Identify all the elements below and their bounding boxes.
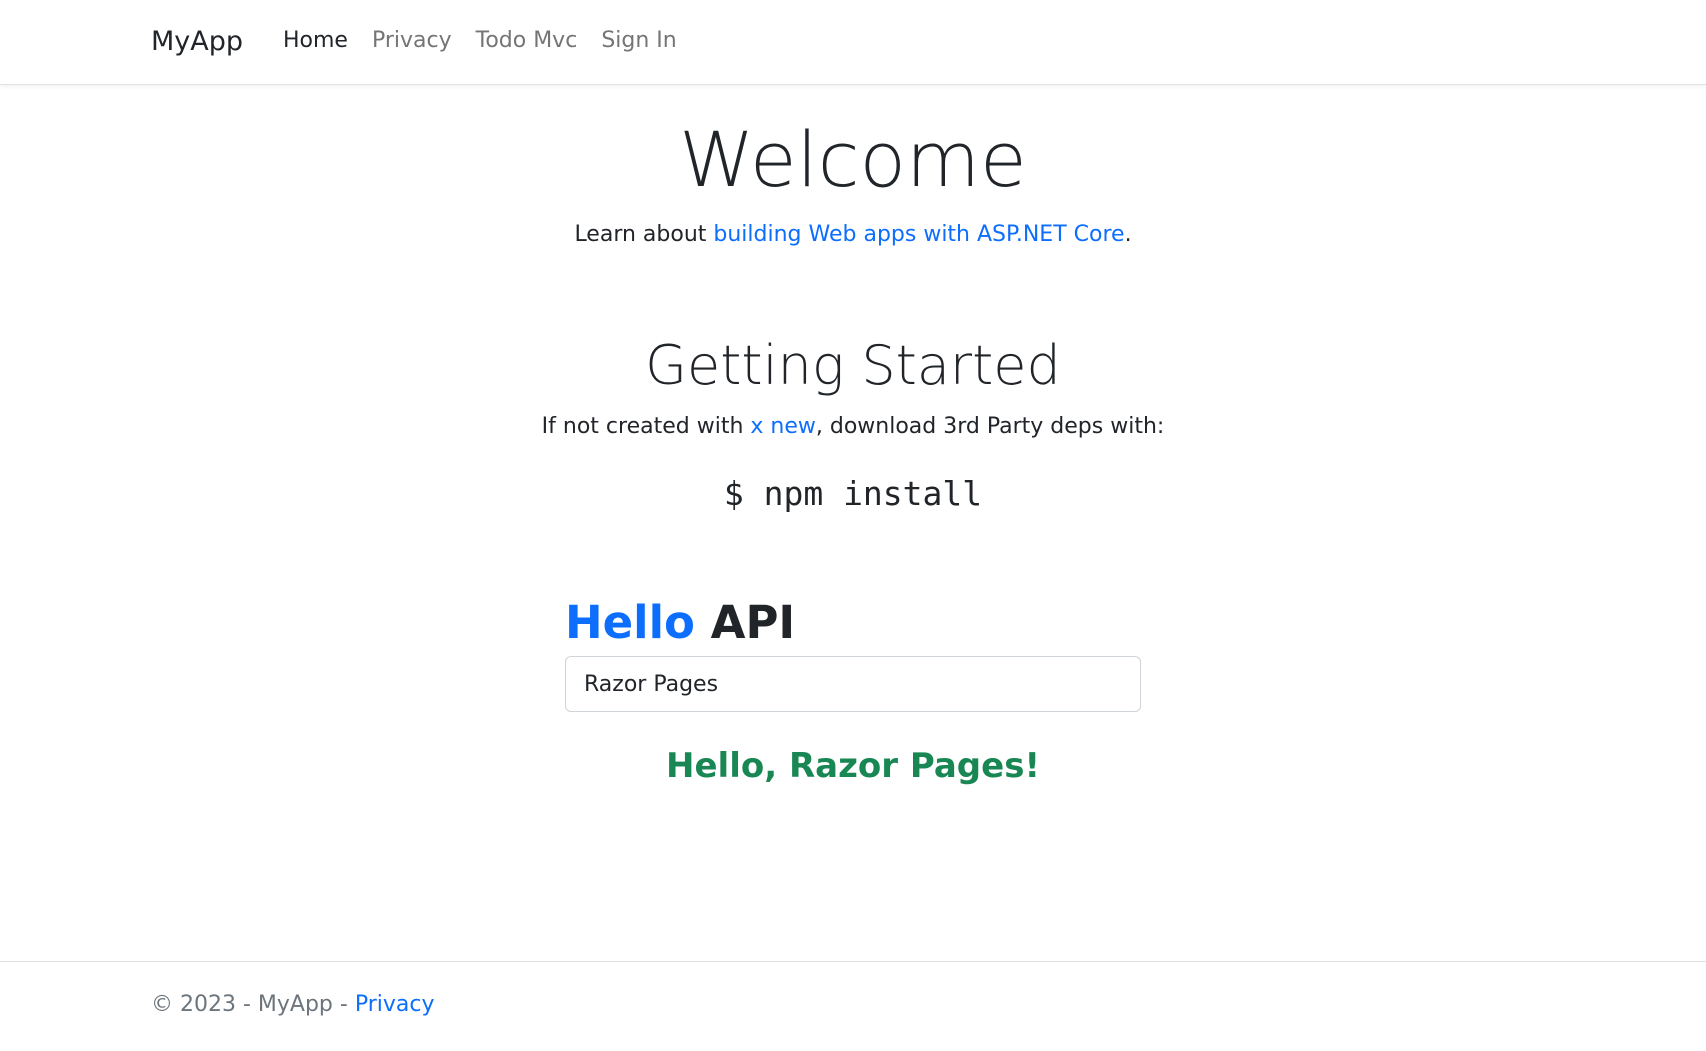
x-new-link[interactable]: x new [750,414,815,439]
api-word: API [710,596,796,649]
brand-link[interactable]: MyApp [151,26,243,57]
nav-privacy[interactable]: Privacy [372,28,452,53]
getting-started-text: If not created with x new, download 3rd … [0,414,1706,439]
aspnet-docs-link[interactable]: building Web apps with ASP.NET Core [713,222,1124,247]
getting-started-title: Getting Started [645,334,1061,397]
gs-text-prefix: If not created with [541,414,751,439]
welcome-title: Welcome [679,115,1027,204]
main-nav: Home Privacy Todo Mvc Sign In [283,28,677,53]
hello-api-section: Hello API Hello, Razor Pages! [565,596,1141,786]
nav-home[interactable]: Home [283,28,348,53]
hello-name-input[interactable] [565,656,1141,712]
page-footer: © 2023 - MyApp - Privacy [0,961,1706,1051]
nav-sign-in[interactable]: Sign In [601,28,676,53]
welcome-lead: Learn about building Web apps with ASP.N… [0,222,1706,247]
gs-text-suffix: , download 3rd Party deps with: [815,414,1165,439]
top-navbar: MyApp Home Privacy Todo Mvc Sign In [0,0,1706,85]
lead-prefix: Learn about [574,222,714,247]
nav-todo-mvc[interactable]: Todo Mvc [476,28,578,53]
footer-text: © 2023 - MyApp - Privacy [151,992,434,1017]
npm-install-command: $ npm install [723,474,983,513]
hello-word: Hello [565,596,695,649]
lead-suffix: . [1124,222,1132,247]
footer-privacy-link[interactable]: Privacy [355,992,435,1017]
hello-result: Hello, Razor Pages! [666,746,1040,786]
footer-copyright: © 2023 - MyApp - [151,992,355,1017]
hello-api-title: Hello API [565,596,1141,650]
